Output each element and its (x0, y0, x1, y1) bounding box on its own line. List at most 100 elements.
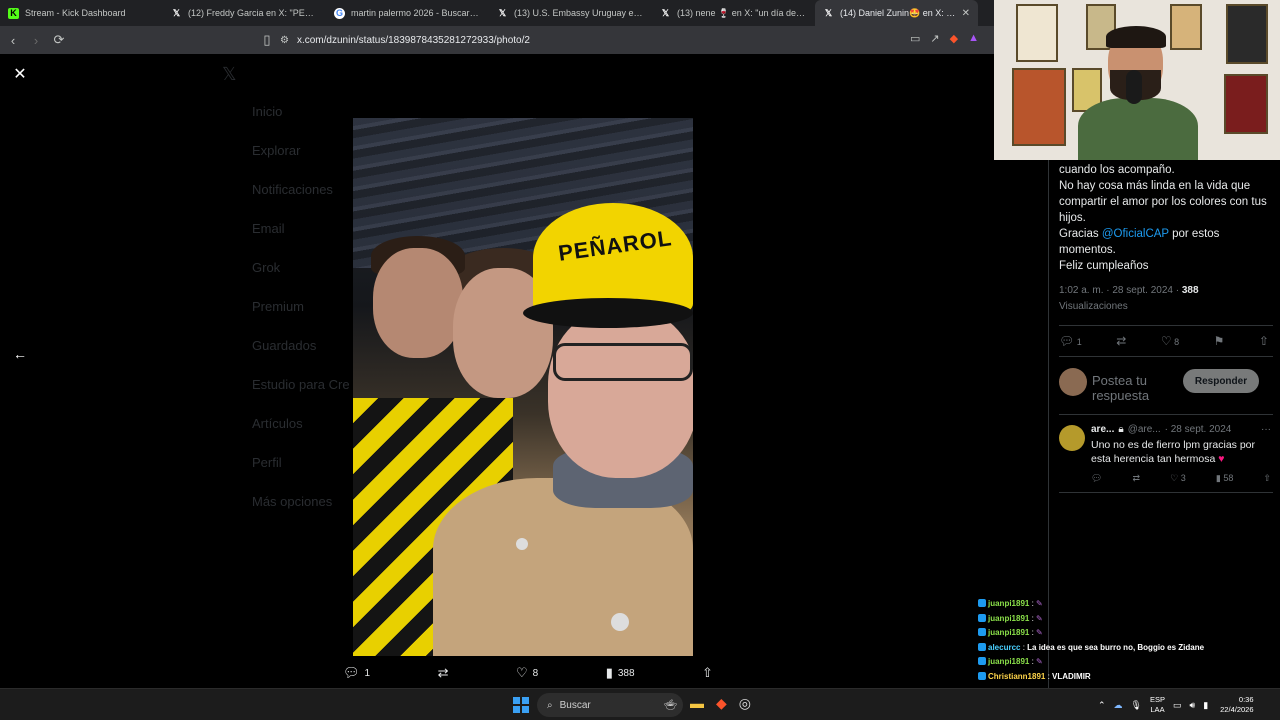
windows-start-icon[interactable] (513, 697, 529, 713)
search-icon: ⌕ (547, 699, 553, 711)
bookmark-icon[interactable]: ▯ (257, 30, 277, 50)
chat-text: VLADIMIR (1052, 671, 1091, 681)
app-icon[interactable]: ◎ (739, 695, 751, 712)
tweet-photo[interactable]: PEÑAROL (353, 118, 693, 656)
hair (1106, 26, 1166, 48)
tweet-meta: 1:02 a. m. · 28 sept. 2024 · 388 (1059, 285, 1199, 296)
tweet-text: cuando los acompaño. No hay cosa más lin… (1059, 162, 1273, 274)
reply-input[interactable]: Postea tu respuesta (1092, 373, 1182, 403)
close-tab-icon[interactable]: ✕ (962, 8, 970, 19)
ghost-nav-grok: Grok (252, 260, 281, 275)
chat-username[interactable]: Christiann1891 (988, 672, 1045, 681)
chat-username[interactable]: juanpi1891 (988, 599, 1029, 608)
bookmark-icon[interactable]: ⚑ (1214, 334, 1225, 348)
chat-text: La idea es que sea burro no, Boggio es Z… (1027, 642, 1205, 652)
url-field[interactable]: ⚙ x.com/dzunin/status/183987843528127293… (280, 30, 1000, 50)
cloud-icon[interactable]: ☁ (1114, 700, 1123, 711)
cast-icon[interactable]: ▭ (910, 32, 920, 45)
chat-emote-icon: ✎ (1036, 599, 1043, 608)
divider (1059, 356, 1273, 357)
person-face (373, 248, 463, 358)
network-icon[interactable]: ▭ (1173, 700, 1182, 711)
like-button[interactable]: ♡ 8 (516, 665, 538, 681)
tab-title: martin palermo 2026 - Buscar con G (351, 8, 481, 18)
ghost-nav-mas: Más opciones (252, 494, 333, 509)
reply-icon: 💬︎ (1059, 334, 1075, 348)
bar-chart-icon: ▮ (605, 665, 613, 680)
poster (1012, 68, 1066, 146)
tweet-timestamp[interactable]: 1:02 a. m. · 28 sept. 2024 · (1059, 285, 1182, 296)
views-button[interactable]: ▮ 388 (606, 665, 635, 681)
file-explorer-icon[interactable]: ▬ (690, 695, 704, 712)
forward-nav-icon[interactable]: › (26, 30, 46, 50)
share-button[interactable]: ⇧ (702, 665, 713, 681)
like-button[interactable]: ♡ 8 (1161, 334, 1179, 348)
rewards-icon[interactable]: ▲ (968, 32, 979, 45)
webcam-overlay (994, 0, 1280, 160)
ghost-nav-notificaciones: Notificaciones (252, 182, 333, 197)
brave-shield-icon[interactable]: ◆ (950, 32, 958, 45)
tab-title: (14) Daniel Zunin🤩 en X: "Hac (840, 7, 956, 18)
back-nav-icon[interactable]: ‹ (3, 30, 23, 50)
tab-embassy[interactable]: 𝕏 (13) U.S. Embassy Uruguay en X: "El I (489, 0, 652, 26)
share-icon[interactable]: ⇧ (1263, 473, 1271, 484)
like-button[interactable]: ♡ 3 (1170, 473, 1186, 484)
repost-icon[interactable]: ⇄ (1133, 473, 1141, 484)
chat-username[interactable]: juanpi1891 (988, 657, 1029, 666)
tweet-action-bar: 💬︎ 1 ⇄ ♡ 8 ⚑ ⇧ (1059, 334, 1269, 348)
divider (1059, 492, 1273, 493)
repost-button[interactable]: ⇄ (438, 665, 449, 681)
avatar[interactable] (1059, 425, 1085, 451)
clock[interactable]: 0:36 22/4/2026 (1220, 695, 1253, 715)
microphone-tray-icon[interactable]: 🎙︎ (1131, 700, 1142, 711)
brave-browser-icon[interactable]: ◆ (716, 695, 727, 712)
volume-icon[interactable]: 🔊︎ (1190, 700, 1196, 711)
mention-link[interactable]: @OficialCAP (1102, 228, 1169, 240)
share-icon[interactable]: ⇧ (1259, 334, 1269, 348)
reply-icon[interactable]: 💬︎ (1091, 473, 1102, 484)
chat-emote-icon: ✎ (1036, 628, 1043, 637)
tweet-line: cuando los acompaño. (1059, 164, 1175, 176)
chat-username[interactable]: juanpi1891 (988, 628, 1029, 637)
chevron-up-icon[interactable]: ⌃ (1098, 700, 1106, 711)
x-icon: 𝕏 (661, 7, 670, 18)
coat-button (516, 538, 528, 550)
share-icon[interactable]: ↗ (930, 32, 939, 45)
tab-title: (13) nene 🍷 en X: "un día de recupe (677, 7, 807, 18)
site-info-icon[interactable]: ⚙ (280, 35, 289, 46)
chat-username[interactable]: juanpi1891 (988, 614, 1029, 623)
responder-button[interactable]: Responder (1183, 369, 1259, 393)
chat-username[interactable]: alecurcc (988, 643, 1020, 652)
tab-daniel-zunin[interactable]: 𝕏 (14) Daniel Zunin🤩 en X: "Hac ✕ (815, 0, 978, 26)
person-face (548, 308, 693, 478)
tab-title: (13) U.S. Embassy Uruguay en X: "El I (514, 8, 644, 18)
lang-top: ESP (1149, 695, 1165, 704)
previous-photo-icon[interactable]: ← (10, 344, 30, 364)
ghost-nav-articulos: Artículos (252, 416, 303, 431)
close-viewer-icon[interactable]: ✕ (10, 64, 30, 84)
like-count: 8 (532, 667, 539, 679)
repost-icon[interactable]: ⇄ (1116, 334, 1126, 348)
reply-count: 1 (1076, 337, 1082, 347)
language-indicator[interactable]: ESP LAA (1150, 695, 1165, 715)
comment-text: Uno no es de fierro lpm gracias por esta… (1091, 438, 1271, 466)
tab-nene[interactable]: 𝕏 (13) nene 🍷 en X: "un día de recupe (652, 0, 815, 26)
heart-icon: ♡ (515, 665, 528, 680)
reload-icon[interactable]: ⟳ (49, 30, 69, 50)
comment-handle[interactable]: @are... (1128, 424, 1161, 435)
tab-google[interactable]: Gmartin palermo 2026 - Buscar con G (326, 0, 489, 26)
comment-author[interactable]: are... (1091, 424, 1114, 435)
more-icon[interactable]: ··· (1261, 424, 1271, 435)
reply-button[interactable]: 💬︎ 1 (1059, 334, 1082, 348)
views-button[interactable]: ▮ 58 (1216, 473, 1233, 484)
taskbar-search[interactable]: ⌕ Buscar 🍲︎ (537, 693, 683, 717)
microphone-icon (1126, 70, 1142, 104)
view-count: 388 (617, 667, 635, 679)
repost-icon: ⇄ (437, 665, 449, 680)
tab-freddy[interactable]: 𝕏 (12) Freddy Garcia en X: "PEÑAROL I (163, 0, 326, 26)
reply-button[interactable]: 💬︎ 1 (343, 665, 370, 681)
photo-viewer: 𝕏 Inicio Explorar Notificaciones Email G… (0, 54, 1048, 688)
battery-icon[interactable]: ▮ (1203, 700, 1208, 711)
ghost-nav-guardados: Guardados (252, 338, 317, 353)
tab-kick[interactable]: K Stream - Kick Dashboard (0, 0, 163, 26)
